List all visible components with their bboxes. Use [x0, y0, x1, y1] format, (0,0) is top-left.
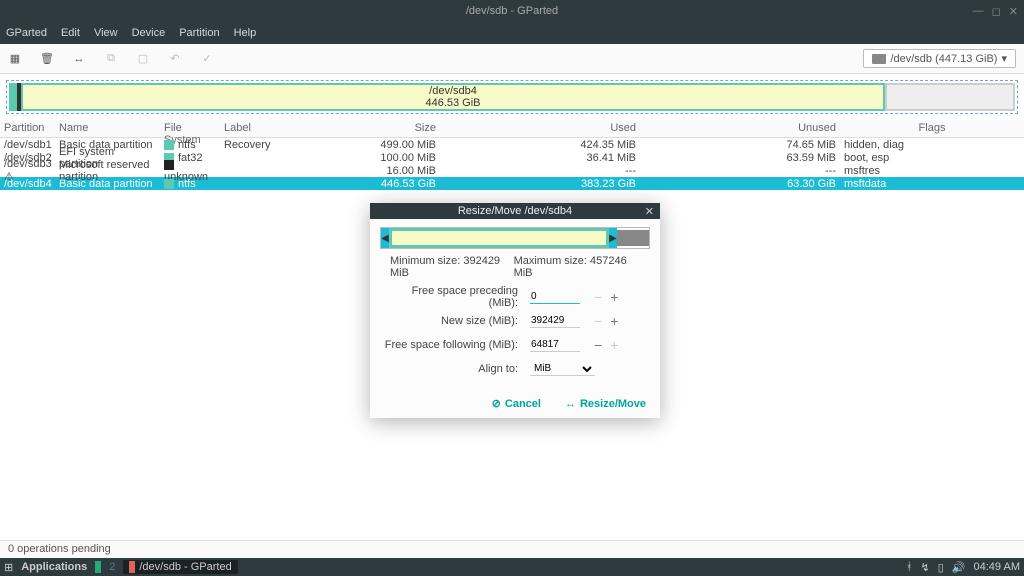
- dialog-title: Resize/Move /dev/sdb4: [458, 205, 572, 217]
- select-align[interactable]: MiB: [530, 362, 595, 376]
- window-title: /dev/sdb - GParted: [466, 5, 558, 17]
- cancel-button[interactable]: ⊘ Cancel: [492, 397, 541, 410]
- apply-icon[interactable]: ✓: [200, 52, 214, 66]
- bluetooth-icon[interactable]: ᚼ: [906, 561, 913, 573]
- undo-icon[interactable]: ↶: [168, 52, 182, 66]
- input-following[interactable]: [530, 338, 580, 352]
- device-label: /dev/sdb (447.13 GiB): [890, 53, 997, 65]
- dialog-titlebar: Resize/Move /dev/sdb4 ✕: [370, 203, 660, 219]
- partition-table-body: /dev/sdb1Basic data partitionntfsRecover…: [0, 138, 1024, 190]
- status-bar: 0 operations pending: [0, 540, 1024, 558]
- status-text: 0 operations pending: [8, 543, 111, 555]
- menu-view[interactable]: View: [94, 27, 118, 39]
- menu-help[interactable]: Help: [234, 27, 257, 39]
- resize-move-button[interactable]: ↔ Resize/Move: [565, 397, 646, 410]
- apps-menu-icon[interactable]: ⊞: [4, 561, 13, 574]
- partition-table-header: Partition Name File System Label Size Us…: [0, 120, 1024, 138]
- input-preceding[interactable]: [530, 290, 580, 304]
- taskbar: ⊞ Applications 2 /dev/sdb - GParted ᚼ ↯ …: [0, 558, 1024, 576]
- h-size[interactable]: Size: [340, 120, 440, 137]
- h-partition[interactable]: Partition: [0, 120, 55, 137]
- label-newsize: New size (MiB):: [380, 315, 530, 327]
- h-flags[interactable]: Flags: [840, 120, 1024, 137]
- inc-preceding[interactable]: +: [606, 289, 622, 305]
- resize-slider[interactable]: ◀ ▶: [380, 227, 650, 249]
- max-size-label: Maximum size: 457246 MiB: [514, 255, 640, 279]
- battery-icon[interactable]: ▯: [938, 561, 944, 574]
- chevron-down-icon: ▾: [1001, 52, 1007, 65]
- label-align: Align to:: [380, 363, 530, 375]
- input-newsize[interactable]: [530, 314, 580, 328]
- label-preceding: Free space preceding (MiB):: [380, 285, 530, 309]
- label-following: Free space following (MiB):: [380, 339, 530, 351]
- resize-icon[interactable]: ↔: [72, 52, 86, 66]
- menu-partition[interactable]: Partition: [179, 27, 219, 39]
- copy-icon[interactable]: ⧉: [104, 52, 118, 66]
- clock[interactable]: 04:49 AM: [974, 561, 1020, 573]
- resize-move-icon: ↔: [565, 398, 576, 410]
- new-icon[interactable]: ▦: [8, 52, 22, 66]
- workspace-2[interactable]: 2: [109, 561, 115, 573]
- delete-icon[interactable]: 🗑: [40, 52, 54, 66]
- dec-following[interactable]: −: [590, 337, 606, 353]
- seg-label: /dev/sdb4: [425, 85, 480, 97]
- window-titlebar: /dev/sdb - GParted — ◻ ✕: [0, 0, 1024, 22]
- taskbar-gparted[interactable]: /dev/sdb - GParted: [123, 560, 237, 574]
- dialog-close-icon[interactable]: ✕: [645, 205, 654, 218]
- slider-free[interactable]: [617, 230, 649, 246]
- gparted-icon: [129, 561, 135, 573]
- paste-icon[interactable]: ▢: [136, 52, 150, 66]
- inc-following: +: [606, 337, 622, 353]
- apps-menu-label[interactable]: Applications: [21, 561, 87, 573]
- h-label[interactable]: Label: [220, 120, 340, 137]
- dec-preceding: −: [590, 289, 606, 305]
- menu-gparted[interactable]: GParted: [6, 27, 47, 39]
- h-unused[interactable]: Unused: [640, 120, 840, 137]
- dec-newsize: −: [590, 313, 606, 329]
- slider-partition[interactable]: [389, 228, 609, 248]
- menu-edit[interactable]: Edit: [61, 27, 80, 39]
- close-icon[interactable]: ✕: [1009, 5, 1018, 18]
- slider-left-handle[interactable]: ◀: [381, 228, 389, 248]
- disk-map[interactable]: /dev/sdb4 446.53 GiB: [6, 80, 1018, 114]
- slider-right-handle[interactable]: ▶: [609, 228, 617, 248]
- workspace-1[interactable]: [95, 561, 101, 573]
- disk-icon: [872, 54, 886, 64]
- volume-icon[interactable]: 🔊: [952, 561, 966, 574]
- menu-device[interactable]: Device: [132, 27, 166, 39]
- cancel-icon: ⊘: [492, 397, 501, 410]
- h-name[interactable]: Name: [55, 120, 160, 137]
- h-used[interactable]: Used: [440, 120, 640, 137]
- inc-newsize[interactable]: +: [606, 313, 622, 329]
- min-size-label: Minimum size: 392429 MiB: [390, 255, 514, 279]
- network-icon[interactable]: ↯: [921, 561, 930, 574]
- maximize-icon[interactable]: ◻: [992, 5, 1001, 18]
- menubar: GParted Edit View Device Partition Help: [0, 22, 1024, 44]
- resize-dialog: Resize/Move /dev/sdb4 ✕ ◀ ▶ Minimum size…: [370, 203, 660, 418]
- device-selector[interactable]: /dev/sdb (447.13 GiB) ▾: [863, 49, 1016, 68]
- seg-sdb4[interactable]: /dev/sdb4 446.53 GiB: [21, 83, 885, 111]
- table-row[interactable]: /dev/sdb4Basic data partitionntfs446.53 …: [0, 177, 1024, 190]
- seg-unallocated[interactable]: [885, 83, 1015, 111]
- h-fs[interactable]: File System: [160, 120, 220, 137]
- toolbar: ▦ 🗑 ↔ ⧉ ▢ ↶ ✓ /dev/sdb (447.13 GiB) ▾: [0, 44, 1024, 74]
- seg-size: 446.53 GiB: [425, 97, 480, 109]
- minimize-icon[interactable]: —: [973, 5, 984, 18]
